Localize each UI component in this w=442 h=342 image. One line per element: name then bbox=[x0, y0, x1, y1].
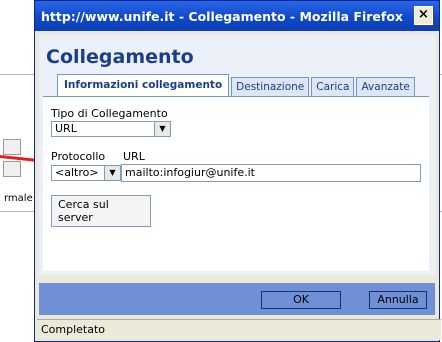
tab-link-info[interactable]: Informazioni collegamento bbox=[57, 74, 230, 96]
tab-panel: Tipo di Collegamento URL ▼ Protocollo <a… bbox=[43, 96, 429, 271]
link-type-label: Tipo di Collegamento bbox=[51, 107, 168, 120]
dialog-content: Collegamento Informazioni collegamento D… bbox=[39, 35, 435, 275]
chevron-down-icon: ▼ bbox=[154, 122, 170, 136]
window-title: http://www.unife.it - Collegamento - Moz… bbox=[41, 8, 403, 24]
window-titlebar[interactable]: http://www.unife.it - Collegamento - Moz… bbox=[35, 1, 439, 31]
link-type-select[interactable]: URL ▼ bbox=[51, 121, 171, 137]
close-button[interactable]: × bbox=[414, 6, 433, 25]
tab-upload[interactable]: Carica bbox=[311, 77, 355, 96]
tab-target[interactable]: Destinazione bbox=[231, 77, 310, 96]
dialog-footer: OK Annulla bbox=[39, 283, 435, 315]
background-text: rmale bbox=[4, 193, 33, 204]
protocol-select[interactable]: <altro> ▼ bbox=[51, 165, 121, 181]
protocol-value: <altro> bbox=[55, 166, 99, 179]
background-toolbar-icon bbox=[3, 139, 21, 155]
ok-button[interactable]: OK bbox=[261, 291, 341, 309]
link-dialog-window: http://www.unife.it - Collegamento - Moz… bbox=[34, 0, 441, 342]
close-icon: × bbox=[418, 7, 429, 22]
dialog-heading: Collegamento bbox=[46, 46, 194, 68]
link-type-value: URL bbox=[55, 122, 77, 135]
tab-advanced[interactable]: Avanzate bbox=[356, 77, 415, 96]
browse-server-button[interactable]: Cerca sul server bbox=[51, 195, 151, 227]
background-toolbar-icon bbox=[3, 161, 21, 177]
status-bar: Completato bbox=[37, 319, 441, 340]
url-input[interactable]: mailto:infogiur@unife.it bbox=[121, 164, 421, 182]
chevron-down-icon: ▼ bbox=[104, 166, 120, 180]
tab-strip: Informazioni collegamento Destinazione C… bbox=[57, 74, 417, 96]
url-label: URL bbox=[123, 150, 145, 163]
protocol-label: Protocollo bbox=[51, 150, 106, 163]
cancel-button[interactable]: Annulla bbox=[369, 291, 427, 309]
